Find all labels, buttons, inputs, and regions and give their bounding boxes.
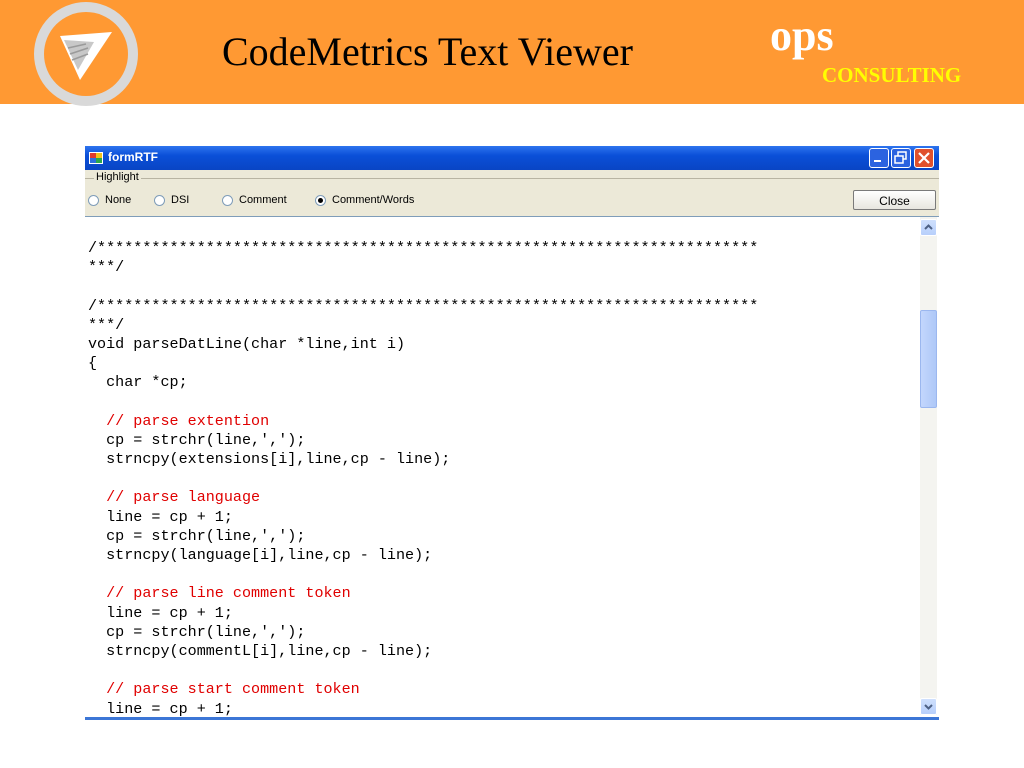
- slide-title: CodeMetrics Text Viewer: [222, 29, 633, 74]
- code-line: cp = strchr(line,',');: [88, 430, 306, 449]
- chevron-up-icon: [924, 224, 933, 230]
- group-box-border: [85, 178, 939, 179]
- radio-dsi[interactable]: DSI: [154, 194, 189, 206]
- close-icon: [918, 152, 930, 164]
- comment-line: // parse extention: [88, 411, 270, 430]
- minimize-icon: [874, 160, 881, 162]
- brand-consulting: CONSULTING: [822, 63, 962, 87]
- radio-none[interactable]: None: [88, 194, 131, 206]
- scroll-thumb[interactable]: [920, 310, 937, 408]
- radio-indicator[interactable]: [154, 194, 165, 206]
- highlight-group-label: Highlight: [94, 171, 141, 183]
- comment-line: // parse language: [88, 488, 261, 507]
- restore-icon: [894, 151, 907, 164]
- code-line: {: [88, 354, 98, 373]
- radio-indicator[interactable]: [315, 194, 326, 206]
- radio-indicator[interactable]: [88, 194, 99, 206]
- radio-comment[interactable]: Comment: [222, 194, 287, 206]
- brand-ops: ops: [770, 11, 834, 60]
- chevron-down-icon: [924, 704, 933, 710]
- code-text[interactable]: /***************************************…: [88, 239, 918, 717]
- code-line: ***/: [88, 258, 125, 277]
- minimize-button[interactable]: [869, 148, 889, 168]
- code-line: line = cp + 1;: [88, 507, 233, 526]
- scroll-up-button[interactable]: [920, 219, 937, 236]
- code-line: cp = strchr(line,',');: [88, 526, 306, 545]
- paper-plane-icon: [60, 32, 112, 80]
- code-line: void parseDatLine(char *line,int i): [88, 334, 406, 353]
- slide-header: CodeMetrics Text Viewer ops CONSULTING: [0, 0, 1024, 106]
- close-button[interactable]: Close: [853, 190, 936, 210]
- window-title: formRTF: [108, 150, 158, 164]
- radio-indicator[interactable]: [222, 194, 233, 206]
- form-rtf-window: formRTF Highlight None DSI Comment Comme…: [85, 146, 939, 720]
- vertical-scrollbar[interactable]: [920, 217, 937, 715]
- code-line: ***/: [88, 315, 125, 334]
- comment-line: // parse line comment token: [88, 584, 351, 603]
- code-line: strncpy(language[i],line,cp - line);: [88, 546, 433, 564]
- code-line: /***************************************…: [88, 239, 759, 257]
- code-line: char *cp;: [88, 373, 188, 392]
- code-line: line = cp + 1;: [88, 603, 233, 622]
- code-line: cp = strchr(line,',');: [88, 622, 306, 641]
- code-line: /***************************************…: [88, 296, 759, 315]
- restore-button[interactable]: [891, 148, 911, 168]
- code-line: strncpy(commentL[i],line,cp - line);: [88, 641, 433, 660]
- code-line: strncpy(extensions[i],line,cp - line);: [88, 450, 451, 469]
- logo: [34, 2, 138, 106]
- app-icon[interactable]: [88, 150, 104, 166]
- comment-line: // parse start comment token: [88, 680, 360, 699]
- radio-comment-words[interactable]: Comment/Words: [315, 194, 414, 206]
- window-close-button[interactable]: [914, 148, 934, 168]
- rich-text-viewer[interactable]: /***************************************…: [85, 216, 939, 718]
- window-bottom-border: [85, 717, 939, 720]
- highlight-toolbar: Highlight None DSI Comment Comment/Words: [85, 170, 939, 214]
- window-titlebar[interactable]: formRTF: [85, 146, 939, 170]
- scroll-down-button[interactable]: [920, 698, 937, 715]
- code-line: line = cp + 1;: [88, 699, 233, 718]
